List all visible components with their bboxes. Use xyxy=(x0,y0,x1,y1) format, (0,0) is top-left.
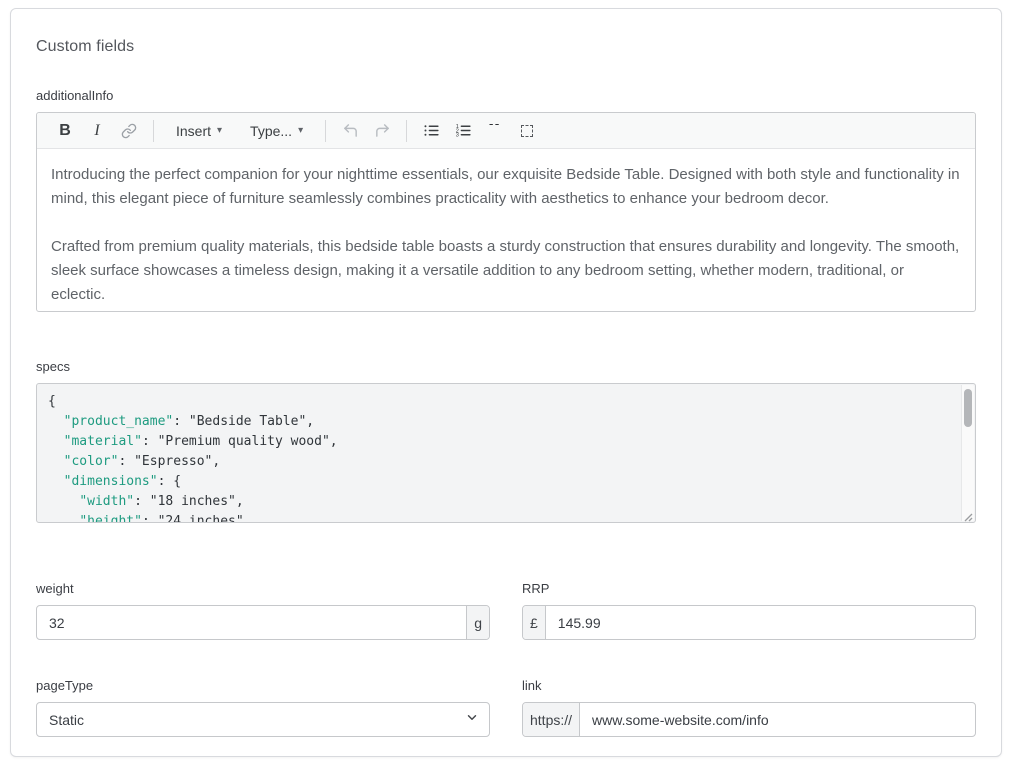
rrp-input-group: £ xyxy=(522,605,976,640)
italic-button[interactable]: I xyxy=(87,119,107,143)
weight-rrp-row: weight g RRP £ xyxy=(36,581,976,640)
link-input-group: https:// xyxy=(522,702,976,737)
caret-down-icon: ▾ xyxy=(298,126,303,136)
link-label: link xyxy=(522,678,976,693)
specs-code: { "product_name": "Bedside Table", "mate… xyxy=(37,384,975,523)
bullet-list-button[interactable] xyxy=(421,119,441,143)
weight-input-group: g xyxy=(36,605,490,640)
rte-toolbar: B I Insert ▾ Type... ▾ xyxy=(37,113,975,149)
redo-icon xyxy=(374,122,391,139)
svg-text:3: 3 xyxy=(455,133,458,139)
panel-title: Custom fields xyxy=(36,38,976,56)
redo-button[interactable] xyxy=(372,119,392,143)
specs-label: specs xyxy=(36,359,976,374)
rte-content[interactable]: Introducing the perfect companion for yo… xyxy=(37,149,975,311)
dashed-square-icon xyxy=(521,125,533,137)
weight-input[interactable] xyxy=(37,606,466,639)
field-pagetype: pageType Static xyxy=(36,678,490,737)
numbered-list-icon: 123 xyxy=(455,122,472,139)
field-link: link https:// xyxy=(522,678,976,737)
caret-down-icon: ▾ xyxy=(217,126,222,136)
resize-handle-icon[interactable] xyxy=(962,509,973,520)
weight-unit-addon: g xyxy=(466,606,489,639)
rte-paragraph: Crafted from premium quality materials, … xyxy=(51,235,961,307)
pagetype-link-row: pageType Static link https:// xyxy=(36,678,976,737)
protocol-addon: https:// xyxy=(523,703,580,736)
toolbar-divider xyxy=(153,120,154,142)
rrp-input[interactable] xyxy=(546,606,975,639)
pagetype-select-wrap: Static xyxy=(36,702,490,737)
toolbar-divider xyxy=(325,120,326,142)
rich-text-editor: B I Insert ▾ Type... ▾ xyxy=(36,112,976,312)
rte-paragraph: Introducing the perfect companion for yo… xyxy=(51,163,961,211)
type-dropdown-label: Type... xyxy=(250,123,292,139)
type-dropdown[interactable]: Type... ▾ xyxy=(244,119,309,143)
link-input[interactable] xyxy=(580,703,975,736)
pagetype-select[interactable]: Static xyxy=(36,702,490,737)
dashed-square-button[interactable] xyxy=(517,119,537,143)
field-rrp: RRP £ xyxy=(522,581,976,640)
numbered-list-button[interactable]: 123 xyxy=(453,119,473,143)
bold-button[interactable]: B xyxy=(55,119,75,143)
undo-icon xyxy=(342,122,359,139)
blockquote-button[interactable]: “ xyxy=(485,119,505,143)
custom-fields-panel: Custom fields additionalInfo B I Insert … xyxy=(10,8,1002,757)
specs-code-editor[interactable]: { "product_name": "Bedside Table", "mate… xyxy=(36,383,976,523)
insert-dropdown-label: Insert xyxy=(176,123,211,139)
currency-addon: £ xyxy=(523,606,546,639)
field-weight: weight g xyxy=(36,581,490,640)
blockquote-icon: “ xyxy=(488,124,503,138)
insert-dropdown[interactable]: Insert ▾ xyxy=(170,119,228,143)
additionalinfo-label: additionalInfo xyxy=(36,88,976,103)
rrp-label: RRP xyxy=(522,581,976,596)
weight-label: weight xyxy=(36,581,490,596)
link-button[interactable] xyxy=(119,119,139,143)
scrollbar-track[interactable] xyxy=(961,385,974,521)
pagetype-label: pageType xyxy=(36,678,490,693)
bullet-list-icon xyxy=(423,122,440,139)
undo-button[interactable] xyxy=(340,119,360,143)
link-icon xyxy=(121,123,137,139)
toolbar-divider xyxy=(406,120,407,142)
scrollbar-thumb[interactable] xyxy=(964,389,972,427)
